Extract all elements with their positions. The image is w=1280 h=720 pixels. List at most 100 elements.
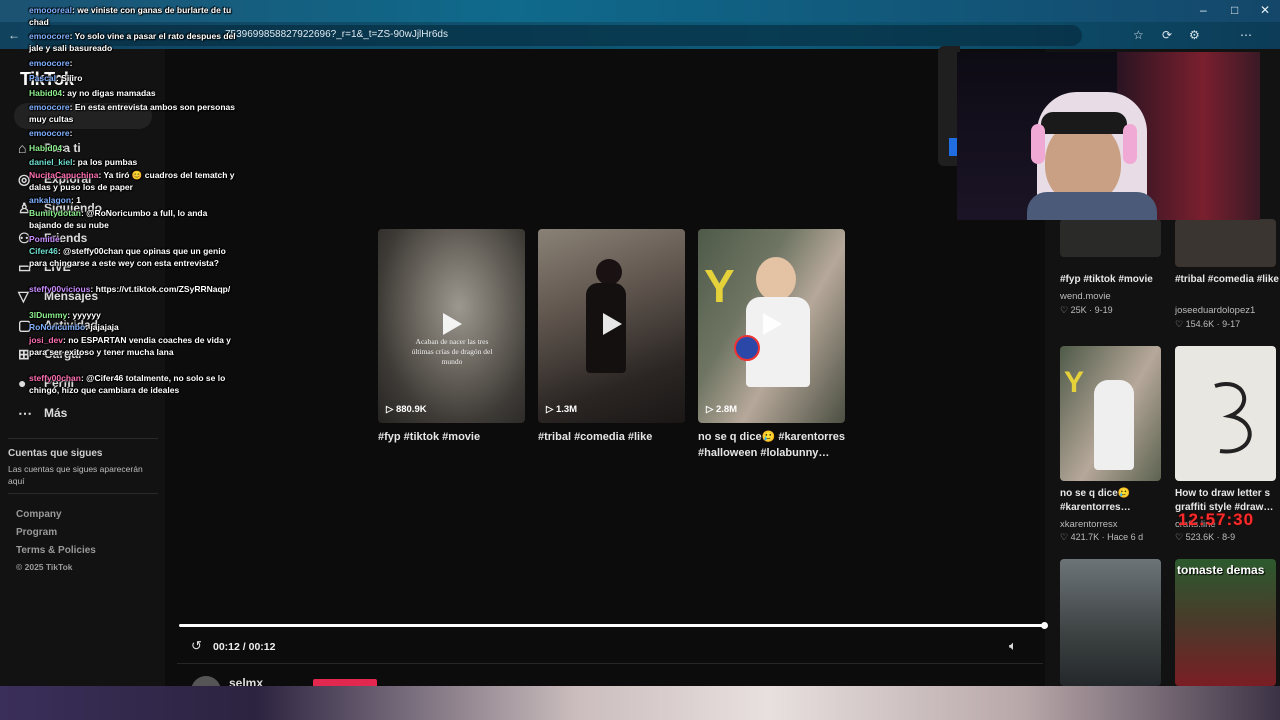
progress-bar[interactable] xyxy=(179,622,1048,629)
related-thumbnail[interactable]: tomaste demas xyxy=(1175,559,1276,686)
likes-count: 421.7K xyxy=(1070,532,1100,542)
headphones xyxy=(1123,124,1137,164)
window-titlebar: – □ ✕ xyxy=(0,0,1280,22)
headphones xyxy=(1031,124,1045,164)
card-title[interactable]: #fyp #tiktok #movie xyxy=(378,429,528,445)
webcam-overlay xyxy=(957,52,1260,220)
cap xyxy=(1041,112,1127,134)
play-icon xyxy=(443,313,462,335)
related-thumbnail[interactable]: Y xyxy=(1060,346,1161,481)
url-box[interactable]: 7539699858827922696?_r=1&_t=ZS-90wJjlHr6… xyxy=(30,25,1082,46)
star-icon[interactable]: ☆ xyxy=(1133,28,1144,42)
friends-icon: ⚇ xyxy=(18,229,31,246)
related-user[interactable]: xkarentorresx xyxy=(1060,519,1118,530)
sidebar-item-mas[interactable]: ⋯ Más xyxy=(18,400,158,426)
profile-icon: ● xyxy=(18,375,27,391)
likes-count: 154.6K xyxy=(1185,319,1215,329)
extensions-icon[interactable]: ⚙ xyxy=(1189,28,1200,42)
search-input[interactable] xyxy=(14,103,152,129)
play-icon xyxy=(603,313,622,335)
graffiti-sketch-icon xyxy=(1214,382,1252,454)
related-title[interactable]: #tribal #comedia #like xyxy=(1175,273,1280,287)
related-user[interactable]: joseeduardolopez1 xyxy=(1175,305,1255,316)
tiktok-logo[interactable]: TikTok xyxy=(20,69,74,90)
replay-icon[interactable]: ↺ xyxy=(191,638,202,654)
related-meta: ♡ 154.6K · 9-17 xyxy=(1175,319,1241,329)
maximize-button[interactable]: □ xyxy=(1231,3,1238,17)
related-meta: ♡ 25K · 9-19 xyxy=(1060,305,1113,315)
sidebar-item-friends[interactable]: ⚇ Friends xyxy=(18,225,158,251)
following-text: Las cuentas que sigues aparecerán aquí xyxy=(8,464,143,486)
likes-count: 25K xyxy=(1070,305,1087,315)
volume-icon[interactable]: 🔈︎ xyxy=(1009,638,1017,654)
sidebar-item-actividad[interactable]: ▢ Actividad xyxy=(18,312,158,338)
url-text[interactable]: 7539699858827922696?_r=1&_t=ZS-90wJjlHr6… xyxy=(225,29,448,40)
more-icon: ⋯ xyxy=(18,404,32,421)
footer-program-link[interactable]: Program xyxy=(16,527,57,538)
related-title[interactable]: #fyp #tiktok #movie xyxy=(1060,273,1170,287)
logo-patch xyxy=(734,335,760,361)
video-stage: Acaban de nacer las tres últimas crías d… xyxy=(165,49,1048,706)
related-thumbnail[interactable] xyxy=(1060,219,1161,257)
related-thumbnail[interactable] xyxy=(1175,346,1276,481)
card-title[interactable]: no se q dice🥲 #karentorres #halloween #l… xyxy=(698,429,848,461)
person-outfit xyxy=(1094,380,1134,470)
upload-icon: ⊞ xyxy=(18,345,30,362)
copyright: © 2025 TikTok xyxy=(16,562,73,572)
person-figure xyxy=(596,259,622,285)
view-count-value: 880.9K xyxy=(395,404,427,415)
streamer-shirt xyxy=(1027,192,1157,220)
sidebar-item-siguiendo[interactable]: ♙ Siguiendo xyxy=(18,195,158,221)
related-thumbnail[interactable] xyxy=(1175,219,1276,267)
video-card[interactable]: ▷ 1.3M xyxy=(538,229,685,423)
view-count-value: 2.8M xyxy=(715,404,738,415)
view-count-value: 1.3M xyxy=(555,404,578,415)
sidebar: TikTok ⌂ Para ti ◎ Explorar ♙ Siguiendo ⚇ Fr… xyxy=(0,49,165,686)
footer-company-link[interactable]: Company xyxy=(16,509,62,520)
view-count: ▷ 1.3M xyxy=(546,404,578,415)
messages-icon: ▽ xyxy=(18,287,29,304)
sidebar-item-cargar[interactable]: ⊞ Cargar xyxy=(18,341,158,367)
refresh-icon[interactable]: ⟳ xyxy=(1162,28,1172,42)
thumbnail-text: tomaste demas xyxy=(1177,563,1265,577)
video-card[interactable]: Y ▷ 2.8M xyxy=(698,229,845,423)
divider xyxy=(8,438,158,439)
related-thumbnail[interactable] xyxy=(1060,559,1161,686)
video-card[interactable]: Acaban de nacer las tres últimas crías d… xyxy=(378,229,525,423)
sidebar-item-perfil[interactable]: ● Perfil xyxy=(18,370,158,396)
date: 9-17 xyxy=(1222,319,1241,329)
time-display: 00:12 / 00:12 xyxy=(213,641,276,653)
sidebar-item-mensajes[interactable]: ▽ Mensajes xyxy=(18,283,158,309)
card-title[interactable]: #tribal #comedia #like xyxy=(538,429,688,445)
minimize-button[interactable]: – xyxy=(1200,3,1207,17)
related-user[interactable]: wend.movie xyxy=(1060,291,1111,302)
sidebar-item-explorar[interactable]: ◎ Explorar xyxy=(18,166,158,192)
inbox-icon: ▢ xyxy=(18,316,32,333)
sidebar-item-para-ti[interactable]: ⌂ Para ti xyxy=(18,135,158,161)
date: 8-9 xyxy=(1222,532,1236,542)
address-bar: ← 7539699858827922696?_r=1&_t=ZS-90wJjlH… xyxy=(0,22,1280,49)
date: Hace 6 d xyxy=(1107,532,1144,542)
related-meta: ♡ 523.6K · 8-9 xyxy=(1175,532,1236,542)
y-sign: Y xyxy=(1064,366,1085,399)
author-row: selmx xyxy=(177,663,1043,706)
divider xyxy=(8,493,158,494)
webcam-bottom-strip xyxy=(0,686,1280,720)
back-arrow-icon[interactable]: ← xyxy=(8,28,20,42)
following-icon: ♙ xyxy=(18,199,31,216)
progress-knob[interactable] xyxy=(1041,622,1048,629)
home-icon: ⌂ xyxy=(18,140,27,156)
y-sign: Y xyxy=(704,260,735,312)
view-count: ▷ 880.9K xyxy=(386,404,427,415)
sidebar-item-live[interactable]: ▭ LIVE xyxy=(18,254,158,280)
play-icon xyxy=(763,313,782,335)
following-heading: Cuentas que sigues xyxy=(8,448,103,459)
date: 9-19 xyxy=(1094,305,1113,315)
person-face xyxy=(756,257,796,301)
likes-count: 523.6K xyxy=(1185,532,1215,542)
footer-terms-link[interactable]: Terms & Policies xyxy=(16,545,96,556)
close-button[interactable]: ✕ xyxy=(1260,3,1270,17)
related-title[interactable]: no se q dice🥲 #karentorres… xyxy=(1060,487,1170,515)
menu-icon[interactable]: ⋯ xyxy=(1240,28,1252,42)
view-count: ▷ 2.8M xyxy=(706,404,738,415)
